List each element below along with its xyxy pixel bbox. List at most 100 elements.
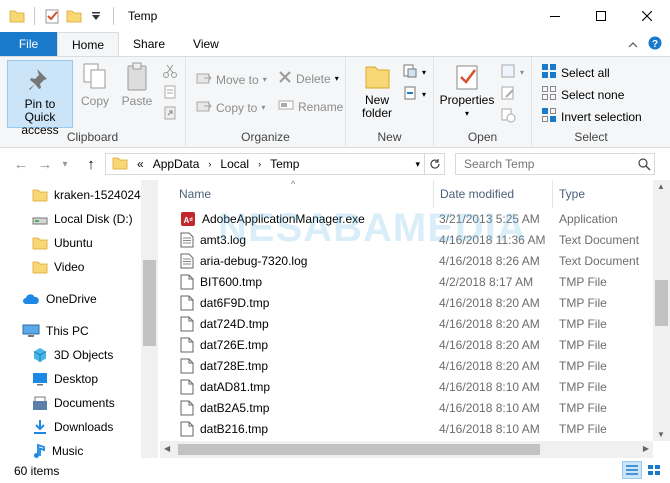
tab-share[interactable]: Share — [119, 32, 179, 56]
folder-icon — [32, 260, 48, 274]
chevron-down-icon: ▾ — [334, 74, 339, 83]
nav-item[interactable]: This PC — [22, 320, 89, 342]
breadcrumb-local[interactable]: Local — [220, 157, 249, 171]
tab-home[interactable]: Home — [57, 32, 120, 56]
close-button[interactable] — [624, 0, 670, 32]
scroll-down-arrow-icon[interactable]: ▼ — [657, 430, 665, 439]
scrollbar-thumb[interactable] — [143, 260, 156, 346]
file-list-horizontal-scrollbar[interactable]: ◀ ▶ — [160, 441, 653, 458]
file-row[interactable]: BIT600.tmp 4/2/2018 8:17 AM TMP File — [160, 271, 653, 292]
rename-button[interactable]: Rename — [278, 98, 343, 115]
open-button[interactable]: ▾ — [500, 63, 524, 82]
breadcrumb-appdata[interactable]: AppData — [153, 157, 200, 171]
paste-shortcut-button[interactable] — [162, 105, 178, 124]
tab-view[interactable]: View — [179, 32, 233, 56]
nav-item[interactable]: 3D Objects — [32, 344, 113, 366]
file-row[interactable]: dat6F9D.tmp 4/16/2018 8:20 AM TMP File — [160, 292, 653, 313]
select-none-button[interactable]: Select none — [541, 85, 624, 104]
column-header-row: Name ^ Date modified Type — [160, 180, 653, 208]
up-button[interactable]: ↑ — [80, 153, 102, 175]
nav-item[interactable]: Music — [32, 440, 83, 458]
breadcrumb-temp[interactable]: Temp — [270, 157, 299, 171]
search-icon[interactable] — [634, 157, 654, 171]
address-bar[interactable]: « AppData › Local › Temp ▾ — [105, 153, 445, 175]
folder-icon — [32, 236, 48, 250]
invert-selection-button[interactable]: Invert selection — [541, 107, 642, 126]
file-row[interactable]: datB2A5.tmp 4/16/2018 8:10 AM TMP File — [160, 397, 653, 418]
customize-dropdown-icon[interactable] — [87, 7, 105, 25]
file-row[interactable]: datB216.tmp 4/16/2018 8:10 AM TMP File — [160, 418, 653, 439]
paste-button[interactable]: Paste — [118, 62, 156, 122]
refresh-button[interactable] — [424, 154, 444, 174]
copy-to-button[interactable]: Copy to ▾ — [196, 98, 265, 117]
nav-item[interactable]: Video — [32, 256, 84, 278]
nav-item[interactable]: Ubuntu — [32, 232, 93, 254]
new-item-button[interactable]: ▾ — [402, 63, 426, 82]
new-folder-button[interactable]: New folder — [356, 63, 398, 127]
back-button[interactable]: ← — [10, 153, 32, 175]
scrollbar-thumb[interactable] — [178, 444, 540, 455]
file-row[interactable]: aria-debug-7320.log 4/16/2018 8:26 AM Text… — [160, 250, 653, 271]
file-row[interactable]: datAD81.tmp 4/16/2018 8:10 AM TMP File — [160, 376, 653, 397]
edit-button[interactable] — [500, 85, 516, 104]
nav-item[interactable]: Downloads — [32, 416, 113, 438]
file-row[interactable]: amt3.log 4/16/2018 11:36 AM Text Document — [160, 229, 653, 250]
search-input[interactable] — [456, 157, 634, 171]
search-box — [455, 153, 655, 175]
copy-label: Copy — [80, 94, 109, 108]
address-dropdown-icon[interactable]: ▾ — [415, 159, 420, 170]
file-row[interactable]: dat724D.tmp 4/16/2018 8:20 AM TMP File — [160, 313, 653, 334]
copy-path-button[interactable] — [162, 84, 178, 103]
file-date: 4/16/2018 8:20 AM — [439, 337, 540, 352]
folder-icon — [363, 63, 391, 94]
maximize-button[interactable] — [578, 0, 624, 32]
nav-item[interactable]: Desktop — [32, 368, 98, 390]
move-to-button[interactable]: Move to ▾ — [196, 70, 267, 89]
nav-item[interactable]: kraken-15240240 — [32, 184, 147, 206]
column-name[interactable]: Name ^ — [173, 180, 434, 208]
details-view-button[interactable] — [622, 461, 642, 479]
new-folder-icon[interactable] — [65, 7, 83, 25]
arrow-left-icon: ← — [13, 155, 29, 173]
file-name: datAD81.tmp — [200, 379, 271, 394]
properties-check-icon[interactable] — [43, 7, 61, 25]
delete-button[interactable]: Delete ▾ — [278, 70, 339, 87]
copy-button[interactable]: Copy — [76, 62, 114, 122]
scroll-left-arrow-icon[interactable]: ◀ — [164, 444, 170, 453]
minimize-button[interactable] — [532, 0, 578, 32]
help-icon[interactable]: ? — [648, 36, 662, 53]
file-type: TMP File — [559, 358, 607, 373]
cut-button[interactable] — [162, 63, 178, 82]
nav-item[interactable]: OneDrive — [22, 288, 97, 310]
tab-file[interactable]: File — [0, 32, 57, 56]
collapse-ribbon-icon[interactable] — [628, 38, 638, 52]
column-type[interactable]: Type — [553, 180, 653, 208]
recent-locations-button[interactable]: ▾ — [58, 153, 72, 175]
navigation-pane-scrollbar[interactable] — [141, 180, 158, 458]
file-type: TMP File — [559, 421, 607, 436]
arrow-right-icon: → — [37, 155, 53, 173]
properties-button[interactable]: Properties ▾ — [438, 63, 496, 127]
file-row[interactable]: dat726E.tmp 4/16/2018 8:20 AM TMP File — [160, 334, 653, 355]
file-row[interactable]: Aᵈ AdobeApplicationManager.exe 3/21/2013 5… — [160, 208, 653, 229]
easy-access-button[interactable]: ▾ — [402, 85, 426, 104]
pin-to-quick-access-button[interactable]: Pin to Quick access — [7, 60, 73, 137]
move-to-icon — [196, 70, 212, 89]
file-name-cell: datB2A5.tmp — [180, 400, 269, 416]
scroll-right-arrow-icon[interactable]: ▶ — [643, 444, 649, 453]
select-all-button[interactable]: Select all — [541, 63, 610, 82]
file-list-vertical-scrollbar[interactable]: ▲ ▼ — [653, 180, 670, 441]
nav-item[interactable]: Local Disk (D:) — [32, 208, 133, 230]
column-date-modified[interactable]: Date modified — [434, 180, 553, 208]
scrollbar-thumb[interactable] — [655, 280, 668, 326]
breadcrumb-overflow[interactable]: « — [137, 157, 144, 171]
file-row[interactable]: dat728E.tmp 4/16/2018 8:20 AM TMP File — [160, 355, 653, 376]
nav-item-label: This PC — [46, 324, 89, 338]
nav-item[interactable]: Documents — [32, 392, 115, 414]
column-date-label: Date modified — [440, 187, 515, 201]
history-button[interactable] — [500, 107, 516, 126]
forward-button[interactable]: → — [34, 153, 56, 175]
scroll-up-arrow-icon[interactable]: ▲ — [657, 182, 665, 191]
large-icons-view-button[interactable] — [644, 461, 664, 479]
delete-x-icon — [278, 70, 292, 87]
